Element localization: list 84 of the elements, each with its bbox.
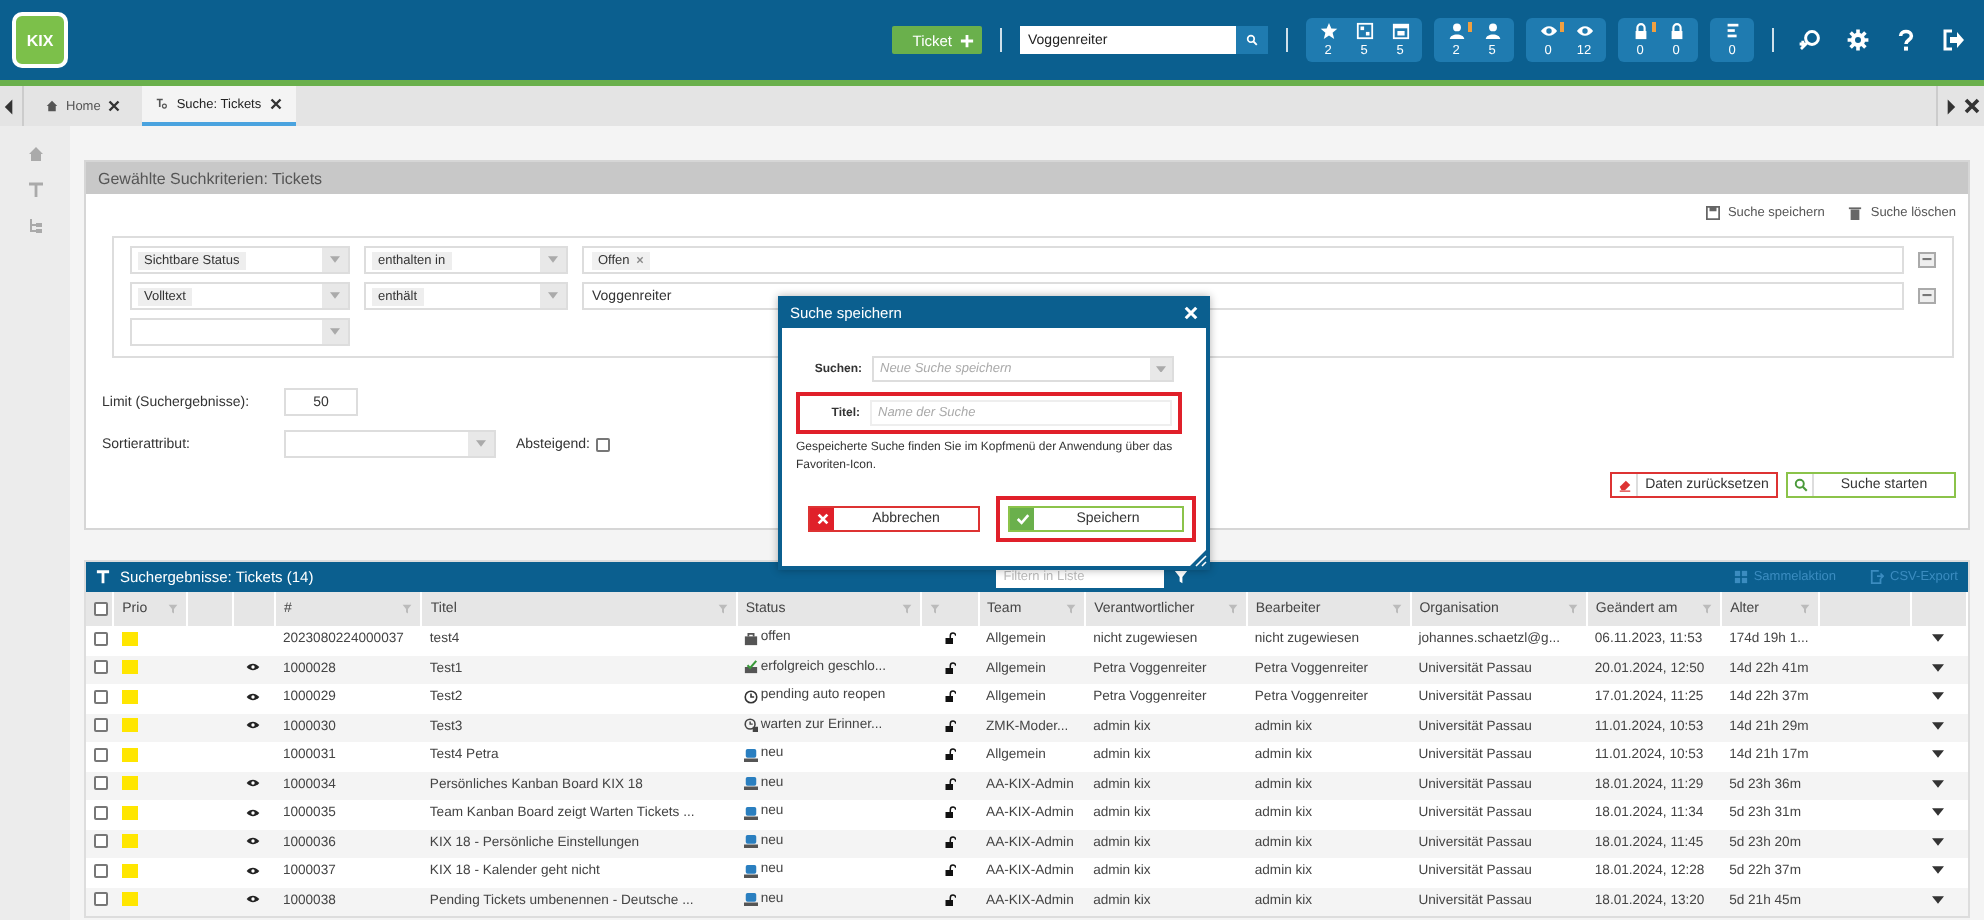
row-checkbox[interactable] (94, 776, 108, 791)
plus-icon (960, 33, 974, 47)
logout-icon[interactable] (1942, 28, 1966, 52)
export-icon (1870, 570, 1885, 584)
eye-icon (246, 691, 261, 702)
caret-icon[interactable] (1932, 779, 1945, 788)
caret-icon (330, 292, 340, 300)
grid-icon (1733, 570, 1748, 584)
caret-icon (330, 256, 340, 264)
clock-icon (744, 718, 759, 732)
person-icon (1483, 22, 1501, 40)
monitor-icon (744, 805, 759, 819)
caret-icon[interactable] (1932, 663, 1945, 672)
row-checkbox[interactable] (94, 718, 108, 733)
star-icon (1319, 22, 1337, 40)
caret-icon (476, 440, 486, 448)
search-icon (1246, 34, 1258, 46)
calendar-icon (1391, 22, 1409, 40)
search-button[interactable] (1236, 26, 1268, 54)
check-icon (1015, 512, 1029, 526)
person-icon (1447, 22, 1465, 40)
eye-icon (246, 778, 261, 789)
close-icon (815, 512, 829, 526)
minus-icon (1922, 258, 1932, 262)
row-checkbox[interactable] (94, 805, 108, 820)
collapse-arrow-icon[interactable] (4, 97, 14, 115)
stack-icon (744, 660, 759, 674)
eye-icon (246, 894, 261, 905)
caret-icon[interactable] (1932, 692, 1945, 701)
caret-icon[interactable] (1932, 895, 1945, 904)
eye-icon (246, 807, 261, 818)
list-icon (1723, 22, 1741, 40)
close-icon[interactable] (1964, 98, 1980, 114)
descending-checkbox[interactable] (595, 437, 610, 451)
clock-icon (744, 689, 759, 703)
row-checkbox[interactable] (94, 892, 108, 907)
search-icon (1793, 478, 1807, 492)
monitor-icon (744, 747, 759, 761)
monitor-icon (744, 863, 759, 877)
select-all-checkbox[interactable] (94, 601, 108, 616)
caret-icon[interactable] (1932, 634, 1945, 643)
eye-icon (246, 662, 261, 673)
monitor-icon (744, 892, 759, 906)
lock-icon (1631, 22, 1649, 40)
close-icon[interactable] (269, 98, 282, 110)
caret-icon[interactable] (1932, 866, 1945, 875)
eye-icon (246, 836, 261, 847)
eye-icon (246, 865, 261, 876)
help-icon[interactable] (1894, 28, 1918, 52)
monitor-icon (744, 776, 759, 790)
ticket-search-icon (156, 98, 169, 110)
caret-icon (548, 292, 558, 300)
row-checkbox[interactable] (94, 631, 108, 646)
caret-icon[interactable] (1932, 721, 1945, 730)
remove-criterion-button[interactable] (1918, 288, 1936, 304)
close-icon[interactable] (108, 100, 121, 112)
caret-icon (1156, 365, 1166, 373)
row-checkbox[interactable] (94, 863, 108, 878)
row-checkbox[interactable] (94, 660, 108, 675)
remove-icon[interactable] (635, 256, 644, 264)
caret-icon[interactable] (1932, 837, 1945, 846)
caret-icon (330, 328, 340, 336)
row-checkbox[interactable] (94, 834, 108, 849)
user-search-icon[interactable] (1798, 28, 1822, 52)
resize-handle-icon[interactable] (1188, 548, 1208, 568)
row-checkbox[interactable] (94, 747, 108, 762)
home-icon (46, 100, 58, 112)
caret-icon[interactable] (1932, 750, 1945, 759)
settings-icon[interactable] (1846, 28, 1870, 52)
trash-icon (1848, 205, 1863, 219)
caret-icon[interactable] (1932, 808, 1945, 817)
panel-title: Gewählte Suchkriterien: Tickets (98, 169, 323, 187)
briefcase-icon (744, 631, 759, 645)
lock-icon (1667, 22, 1685, 40)
caret-icon (548, 256, 558, 264)
board-icon (1355, 22, 1373, 40)
row-checkbox[interactable] (94, 689, 108, 704)
eye-icon (246, 720, 261, 731)
monitor-icon (744, 834, 759, 848)
ticket-icon (96, 570, 110, 584)
expand-arrow-icon[interactable] (1946, 97, 1956, 115)
remove-criterion-button[interactable] (1918, 252, 1936, 268)
minus-icon (1922, 294, 1932, 298)
eraser-icon (1617, 478, 1631, 492)
